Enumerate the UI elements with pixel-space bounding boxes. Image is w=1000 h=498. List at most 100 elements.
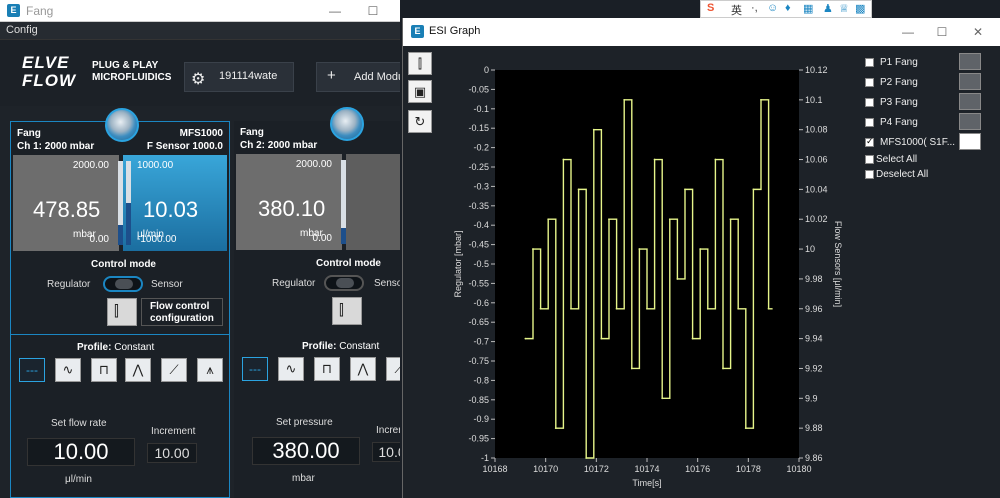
increment-input-2[interactable]: 10.0 xyxy=(372,442,400,462)
ime-user-icon[interactable]: ♟ xyxy=(823,2,833,15)
logo-line-2: FLOW xyxy=(22,71,77,90)
y-left-tick-label: -0.4 xyxy=(473,220,489,230)
ime-keyboard-icon[interactable]: ▦ xyxy=(803,2,813,15)
series-point-mfs1000 xyxy=(600,337,603,340)
legend-label-mfs1000: MFS1000( S1F... xyxy=(880,137,956,148)
config-file-label: 191114wate xyxy=(219,70,278,82)
series-point-mfs1000 xyxy=(638,248,641,250)
deselect-all-checkbox[interactable] xyxy=(865,170,874,179)
elveflow-logo: ELVE FLOW xyxy=(22,54,82,90)
left-header: ELVE FLOW PLUG & PLAY MICROFLUIDICS ⚙ 19… xyxy=(0,40,400,106)
series-point-mfs1000 xyxy=(547,218,550,221)
panel-1-separator xyxy=(11,334,229,335)
profile-square-icon-2[interactable]: ⊓ xyxy=(314,357,340,381)
y-right-tick-label: 10.12 xyxy=(805,65,828,75)
legend-swatch-p1-icon[interactable] xyxy=(959,53,981,70)
flow-control-label-line-2: configuration xyxy=(150,313,214,324)
legend-label-p1: P1 Fang xyxy=(880,57,918,68)
profile-ramp-icon[interactable]: ⟋ xyxy=(161,358,187,382)
profile-square-icon[interactable]: ⊓ xyxy=(91,358,117,382)
y-left-tick-label: -0.85 xyxy=(468,395,489,405)
legend-swatch-p4-icon[interactable] xyxy=(959,113,981,130)
panel-1-sensor-line: F Sensor 1000.0 xyxy=(146,141,223,152)
ime-mic-icon[interactable]: ♦ xyxy=(785,2,791,14)
series-point-mfs1000 xyxy=(729,218,732,221)
ime-punct-icon[interactable]: ·, xyxy=(751,2,758,14)
x-tick-label: 10168 xyxy=(482,464,507,474)
profile-constant-icon-2[interactable]: --- xyxy=(242,357,268,381)
profile-constant-icon[interactable]: --- xyxy=(19,358,45,382)
pressure-value-2: 380.10 xyxy=(258,196,326,221)
legend-checkbox-p4[interactable] xyxy=(865,118,874,127)
ime-logo-icon[interactable]: S xyxy=(707,2,714,14)
set-flow-rate-input[interactable]: 10.00 xyxy=(27,438,135,466)
series-point-mfs1000 xyxy=(608,218,610,221)
legend-swatch-p2-icon[interactable] xyxy=(959,73,981,90)
x-tick-label: 10176 xyxy=(685,464,710,474)
ime-shirt-icon[interactable]: ♕ xyxy=(839,2,849,15)
graph-close-icon[interactable]: ✕ xyxy=(963,23,993,41)
legend-swatch-p3-icon[interactable] xyxy=(959,93,981,110)
flow-min-1: -1000.00 xyxy=(137,234,177,245)
legend-checkbox-p3[interactable] xyxy=(865,98,874,107)
legend-checkbox-mfs1000[interactable] xyxy=(865,136,874,147)
config-menu[interactable]: Config xyxy=(6,24,38,36)
profile-triangle-icon-2[interactable]: ⋀ xyxy=(350,357,376,381)
series-point-mfs1000 xyxy=(661,397,664,400)
profile-title-1: Profile: Constant xyxy=(77,342,154,353)
profile-label-1: Profile: xyxy=(77,342,112,353)
flow-control-config-label[interactable]: Flow control configuration xyxy=(141,298,223,326)
profile-sine-icon[interactable]: ∿ xyxy=(55,358,81,382)
series-point-mfs1000 xyxy=(646,307,648,310)
series-point-mfs1000 xyxy=(684,188,686,191)
y-right-tick-label: 10 xyxy=(805,244,815,254)
series-point-mfs1000 xyxy=(615,307,618,310)
legend-checkbox-p2[interactable] xyxy=(865,78,874,87)
series-point-mfs1000 xyxy=(737,307,740,310)
select-all-checkbox[interactable] xyxy=(865,155,874,164)
control-mode-toggle-2[interactable] xyxy=(324,275,364,291)
set-pressure-input[interactable]: 380.00 xyxy=(252,437,360,465)
profile-sine-icon-2[interactable]: ∿ xyxy=(278,357,304,381)
right-titlebar: E ESI Graph — ☐ ✕ xyxy=(403,18,1000,46)
legend-swatch-mfs1000-icon[interactable] xyxy=(959,133,981,150)
flow-display-1: 1000.00 10.03 μl/min -1000.00 xyxy=(123,155,227,251)
x-tick-label: 10172 xyxy=(584,464,609,474)
y-left-tick-label: -0.15 xyxy=(468,123,489,133)
config-file-button[interactable]: ⚙ 191114wate xyxy=(184,62,294,92)
minimize-icon[interactable]: — xyxy=(320,2,350,20)
series-point-mfs1000 xyxy=(585,457,588,459)
y-right-tick-label: 10.02 xyxy=(805,214,828,224)
graph-maximize-icon[interactable]: ☐ xyxy=(927,23,957,41)
flow-control-config-button[interactable]: ⫿ xyxy=(107,298,137,326)
y-right-tick-label: 9.94 xyxy=(805,334,823,344)
ime-emoji-icon[interactable]: ☺ xyxy=(767,2,778,14)
ime-toolbar: S 英 ·, ☺ ♦ ▦ ♟ ♕ ▩ xyxy=(700,0,872,18)
graph-minimize-icon[interactable]: — xyxy=(893,23,923,41)
y-right-tick-label: 10.04 xyxy=(805,184,828,194)
increment-input-1[interactable]: 10.00 xyxy=(147,443,197,463)
control-mode-toggle-1[interactable] xyxy=(103,276,143,292)
maximize-icon[interactable]: ☐ xyxy=(358,2,388,20)
y-right-tick-label: 9.88 xyxy=(805,423,823,433)
series-point-mfs1000 xyxy=(752,188,755,191)
ime-lang-icon[interactable]: 英 xyxy=(731,2,742,18)
series-point-mfs1000 xyxy=(699,248,702,250)
ime-grid-icon[interactable]: ▩ xyxy=(855,2,865,15)
series-point-mfs1000 xyxy=(767,307,770,310)
add-module-button[interactable]: + Add Modu xyxy=(316,62,400,92)
profile-custom-icon[interactable]: ⩚ xyxy=(197,358,223,382)
legend-checkbox-p1[interactable] xyxy=(865,58,874,67)
y-left-tick-label: -0.75 xyxy=(468,356,489,366)
graph-app-icon: E xyxy=(411,25,424,38)
panel-1-knob-icon[interactable] xyxy=(105,108,139,142)
x-tick-label: 10170 xyxy=(533,464,558,474)
profile-triangle-icon[interactable]: ⋀ xyxy=(125,358,151,382)
y-right-tick-label: 9.86 xyxy=(805,453,823,463)
y-right-tick-label: 10.06 xyxy=(805,155,828,165)
increment-label-2: Increr xyxy=(376,425,400,436)
esi-graph-window: E ESI Graph — ☐ ✕ ⫿ ▣ ↻ 0 -0.05 -0.1 -0.15-… xyxy=(402,18,1000,498)
panel-2-knob-icon[interactable] xyxy=(330,107,364,141)
profile-ramp-icon-2[interactable]: ⟋ xyxy=(386,357,400,381)
pressure-control-config-button[interactable]: ⫿ xyxy=(332,297,362,325)
